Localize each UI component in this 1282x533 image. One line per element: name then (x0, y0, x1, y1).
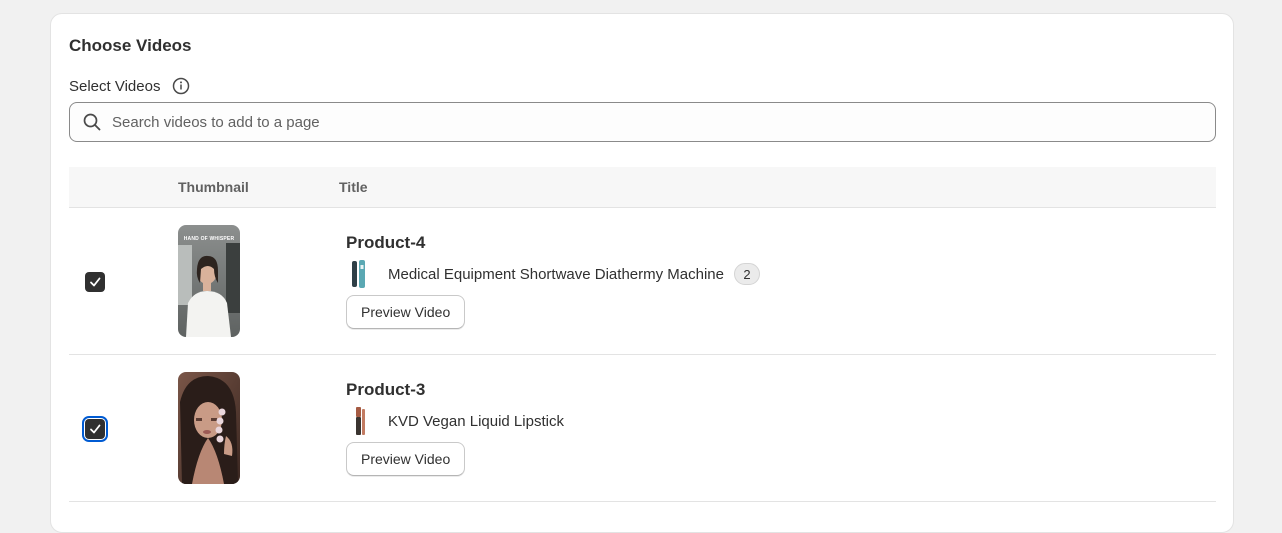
table-row: HAND OF WHISPER Product-4 Medical Equipm… (69, 208, 1216, 355)
video-thumbnail[interactable] (178, 372, 240, 484)
search-input[interactable] (110, 112, 1194, 132)
preview-video-button[interactable]: Preview Video (346, 442, 466, 476)
product-name: KVD Vegan Liquid Lipstick (388, 412, 564, 430)
column-header-thumbnail: Thumbnail (178, 179, 249, 195)
checkmark-icon (90, 424, 101, 434)
product-count-badge: 2 (733, 263, 760, 285)
row-checkbox[interactable] (82, 416, 108, 442)
info-icon[interactable] (172, 77, 190, 95)
search-field[interactable] (69, 102, 1216, 142)
preview-video-button[interactable]: Preview Video (346, 295, 466, 329)
thumbnail-caption: HAND OF WHISPER (183, 236, 235, 242)
product-name: Medical Equipment Shortwave Diathermy Ma… (388, 265, 724, 283)
linked-product: KVD Vegan Liquid Lipstick (346, 406, 564, 436)
video-title: Product-3 (346, 380, 426, 399)
video-title: Product-4 (346, 233, 426, 252)
select-videos-label: Select Videos (69, 77, 161, 95)
choose-videos-card: Choose Videos Select Videos Thumbnail Ti… (50, 13, 1234, 533)
search-icon (82, 112, 102, 132)
video-thumbnail[interactable]: HAND OF WHISPER (178, 225, 240, 337)
product-image (346, 406, 372, 436)
checkmark-icon (90, 277, 101, 287)
table-header: Thumbnail Title (69, 167, 1216, 208)
card-title: Choose Videos (69, 36, 192, 55)
product-image (346, 259, 372, 289)
select-videos-label-row: Select Videos (69, 77, 190, 95)
row-checkbox[interactable] (85, 272, 105, 292)
linked-product: Medical Equipment Shortwave Diathermy Ma… (346, 259, 760, 289)
table-row: Product-3 KVD Vegan Liquid Lipstick Prev… (69, 355, 1216, 502)
column-header-title: Title (339, 179, 368, 195)
